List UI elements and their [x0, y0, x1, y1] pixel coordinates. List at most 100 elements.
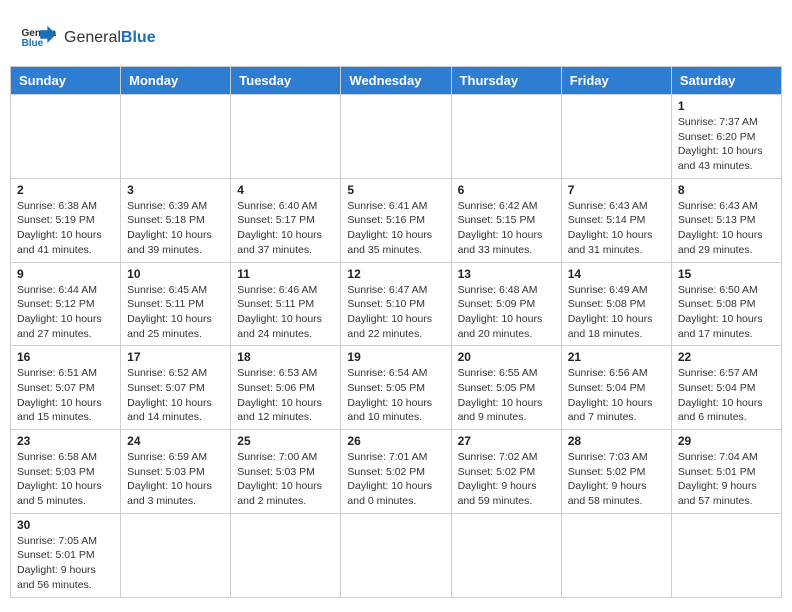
col-header-sunday: Sunday [11, 67, 121, 95]
calendar-table: SundayMondayTuesdayWednesdayThursdayFrid… [10, 66, 782, 598]
day-number: 8 [678, 183, 775, 197]
day-info: Sunrise: 6:39 AMSunset: 5:18 PMDaylight:… [127, 199, 224, 258]
logo-icon: General Blue [20, 20, 56, 56]
day-info: Sunrise: 7:04 AMSunset: 5:01 PMDaylight:… [678, 450, 775, 509]
col-header-tuesday: Tuesday [231, 67, 341, 95]
calendar-cell: 30 Sunrise: 7:05 AMSunset: 5:01 PMDayligh… [11, 513, 121, 597]
day-number: 9 [17, 267, 114, 281]
day-info: Sunrise: 6:40 AMSunset: 5:17 PMDaylight:… [237, 199, 334, 258]
calendar-cell [121, 513, 231, 597]
day-number: 18 [237, 350, 334, 364]
calendar-cell [11, 95, 121, 179]
calendar-cell [231, 513, 341, 597]
col-header-wednesday: Wednesday [341, 67, 451, 95]
calendar-cell: 19 Sunrise: 6:54 AMSunset: 5:05 PMDayligh… [341, 346, 451, 430]
calendar-week-row: 23 Sunrise: 6:58 AMSunset: 5:03 PMDayligh… [11, 430, 782, 514]
day-number: 26 [347, 434, 444, 448]
calendar-cell: 16Sunrise: 6:51 AMSunset: 5:07 PMDayligh… [11, 346, 121, 430]
calendar-cell [561, 95, 671, 179]
calendar-cell: 9 Sunrise: 6:44 AMSunset: 5:12 PMDaylight… [11, 262, 121, 346]
calendar-cell: 14 Sunrise: 6:49 AMSunset: 5:08 PMDayligh… [561, 262, 671, 346]
day-number: 22 [678, 350, 775, 364]
calendar-cell: 12 Sunrise: 6:47 AMSunset: 5:10 PMDayligh… [341, 262, 451, 346]
day-info: Sunrise: 6:52 AMSunset: 5:07 PMDaylight:… [127, 366, 224, 425]
day-info: Sunrise: 6:41 AMSunset: 5:16 PMDaylight:… [347, 199, 444, 258]
day-number: 17 [127, 350, 224, 364]
day-number: 10 [127, 267, 224, 281]
col-header-monday: Monday [121, 67, 231, 95]
day-info: Sunrise: 6:45 AMSunset: 5:11 PMDaylight:… [127, 283, 224, 342]
calendar-week-row: 16Sunrise: 6:51 AMSunset: 5:07 PMDayligh… [11, 346, 782, 430]
day-number: 27 [458, 434, 555, 448]
day-info: Sunrise: 7:01 AMSunset: 5:02 PMDaylight:… [347, 450, 444, 509]
col-header-thursday: Thursday [451, 67, 561, 95]
calendar-cell: 29 Sunrise: 7:04 AMSunset: 5:01 PMDayligh… [671, 430, 781, 514]
day-number: 12 [347, 267, 444, 281]
calendar-cell [341, 95, 451, 179]
calendar-cell: 23 Sunrise: 6:58 AMSunset: 5:03 PMDayligh… [11, 430, 121, 514]
calendar-cell: 18 Sunrise: 6:53 AMSunset: 5:06 PMDayligh… [231, 346, 341, 430]
calendar-week-row: 30 Sunrise: 7:05 AMSunset: 5:01 PMDayligh… [11, 513, 782, 597]
day-info: Sunrise: 6:44 AMSunset: 5:12 PMDaylight:… [17, 283, 114, 342]
day-number: 25 [237, 434, 334, 448]
day-number: 30 [17, 518, 114, 532]
day-info: Sunrise: 6:42 AMSunset: 5:15 PMDaylight:… [458, 199, 555, 258]
day-info: Sunrise: 7:37 AMSunset: 6:20 PMDaylight:… [678, 115, 775, 174]
calendar-cell: 13Sunrise: 6:48 AMSunset: 5:09 PMDayligh… [451, 262, 561, 346]
day-number: 5 [347, 183, 444, 197]
day-info: Sunrise: 6:47 AMSunset: 5:10 PMDaylight:… [347, 283, 444, 342]
day-number: 3 [127, 183, 224, 197]
day-info: Sunrise: 6:43 AMSunset: 5:13 PMDaylight:… [678, 199, 775, 258]
day-number: 1 [678, 99, 775, 113]
day-info: Sunrise: 6:57 AMSunset: 5:04 PMDaylight:… [678, 366, 775, 425]
day-info: Sunrise: 6:49 AMSunset: 5:08 PMDaylight:… [568, 283, 665, 342]
calendar-cell: 5 Sunrise: 6:41 AMSunset: 5:16 PMDaylight… [341, 178, 451, 262]
day-number: 19 [347, 350, 444, 364]
day-number: 23 [17, 434, 114, 448]
day-number: 11 [237, 267, 334, 281]
day-info: Sunrise: 6:50 AMSunset: 5:08 PMDaylight:… [678, 283, 775, 342]
calendar-cell: 11Sunrise: 6:46 AMSunset: 5:11 PMDayligh… [231, 262, 341, 346]
calendar-cell: 2 Sunrise: 6:38 AMSunset: 5:19 PMDaylight… [11, 178, 121, 262]
day-number: 13 [458, 267, 555, 281]
col-header-saturday: Saturday [671, 67, 781, 95]
day-number: 29 [678, 434, 775, 448]
day-info: Sunrise: 7:05 AMSunset: 5:01 PMDaylight:… [17, 534, 114, 593]
logo: General Blue GeneralBlue [20, 20, 156, 56]
svg-text:Blue: Blue [21, 38, 43, 49]
calendar-week-row: 2 Sunrise: 6:38 AMSunset: 5:19 PMDaylight… [11, 178, 782, 262]
calendar-cell: 25 Sunrise: 7:00 AMSunset: 5:03 PMDayligh… [231, 430, 341, 514]
day-number: 20 [458, 350, 555, 364]
calendar-cell: 15Sunrise: 6:50 AMSunset: 5:08 PMDayligh… [671, 262, 781, 346]
calendar-cell [671, 513, 781, 597]
logo-general-text: GeneralBlue [64, 28, 156, 47]
calendar-cell [451, 513, 561, 597]
calendar-cell: 7Sunrise: 6:43 AMSunset: 5:14 PMDaylight… [561, 178, 671, 262]
day-info: Sunrise: 6:43 AMSunset: 5:14 PMDaylight:… [568, 199, 665, 258]
day-info: Sunrise: 6:58 AMSunset: 5:03 PMDaylight:… [17, 450, 114, 509]
calendar-cell: 8 Sunrise: 6:43 AMSunset: 5:13 PMDaylight… [671, 178, 781, 262]
day-number: 14 [568, 267, 665, 281]
calendar-header-row: SundayMondayTuesdayWednesdayThursdayFrid… [11, 67, 782, 95]
page-header: General Blue GeneralBlue [10, 10, 782, 61]
calendar-cell: 4Sunrise: 6:40 AMSunset: 5:17 PMDaylight… [231, 178, 341, 262]
calendar-cell: 3 Sunrise: 6:39 AMSunset: 5:18 PMDaylight… [121, 178, 231, 262]
day-number: 21 [568, 350, 665, 364]
day-info: Sunrise: 6:56 AMSunset: 5:04 PMDaylight:… [568, 366, 665, 425]
day-info: Sunrise: 6:54 AMSunset: 5:05 PMDaylight:… [347, 366, 444, 425]
calendar-cell: 21 Sunrise: 6:56 AMSunset: 5:04 PMDayligh… [561, 346, 671, 430]
day-number: 28 [568, 434, 665, 448]
calendar-cell [451, 95, 561, 179]
calendar-cell: 26 Sunrise: 7:01 AMSunset: 5:02 PMDayligh… [341, 430, 451, 514]
calendar-cell: 20Sunrise: 6:55 AMSunset: 5:05 PMDayligh… [451, 346, 561, 430]
day-info: Sunrise: 6:53 AMSunset: 5:06 PMDaylight:… [237, 366, 334, 425]
day-number: 24 [127, 434, 224, 448]
calendar-cell: 1 Sunrise: 7:37 AMSunset: 6:20 PMDaylight… [671, 95, 781, 179]
day-info: Sunrise: 7:03 AMSunset: 5:02 PMDaylight:… [568, 450, 665, 509]
day-number: 2 [17, 183, 114, 197]
calendar-cell [561, 513, 671, 597]
day-info: Sunrise: 7:00 AMSunset: 5:03 PMDaylight:… [237, 450, 334, 509]
calendar-cell: 27Sunrise: 7:02 AMSunset: 5:02 PMDayligh… [451, 430, 561, 514]
day-info: Sunrise: 6:38 AMSunset: 5:19 PMDaylight:… [17, 199, 114, 258]
day-number: 6 [458, 183, 555, 197]
